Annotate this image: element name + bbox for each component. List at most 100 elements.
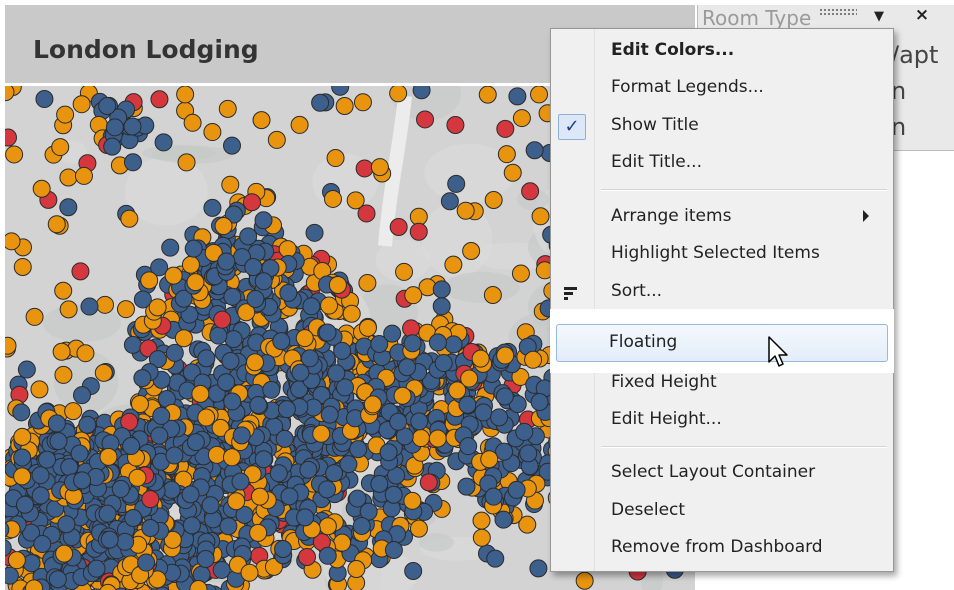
map-point[interactable]	[47, 414, 66, 433]
map-point[interactable]	[459, 437, 478, 456]
map-point[interactable]	[96, 295, 115, 314]
map-point[interactable]	[457, 477, 476, 496]
map-point[interactable]	[72, 95, 91, 114]
map-point[interactable]	[440, 192, 459, 211]
map-point[interactable]	[182, 516, 201, 535]
menu-item-show-title[interactable]: ✓ Show Title	[553, 109, 889, 143]
map-point[interactable]	[64, 402, 83, 421]
map-point[interactable]	[395, 262, 414, 281]
map-point[interactable]	[52, 342, 71, 361]
menu-item-deselect[interactable]: Deselect	[553, 494, 889, 528]
map-point[interactable]	[448, 381, 467, 400]
map-point[interactable]	[224, 330, 243, 349]
map-point[interactable]	[530, 86, 549, 104]
map-point[interactable]	[480, 450, 499, 469]
map-point[interactable]	[240, 563, 259, 582]
map-point[interactable]	[456, 201, 475, 220]
map-point[interactable]	[246, 353, 265, 372]
map-point[interactable]	[403, 491, 422, 510]
map-point[interactable]	[353, 93, 372, 112]
map-point[interactable]	[575, 571, 594, 590]
map-point[interactable]	[416, 110, 435, 129]
map-point[interactable]	[521, 182, 540, 201]
map-point[interactable]	[495, 387, 514, 406]
map-point[interactable]	[7, 551, 26, 570]
map-point[interactable]	[515, 422, 534, 441]
menu-item-edit-height[interactable]: Edit Height...	[553, 403, 889, 437]
map-point[interactable]	[409, 222, 428, 241]
map-point[interactable]	[222, 448, 241, 467]
map-point[interactable]	[358, 274, 377, 293]
map-point[interactable]	[471, 349, 490, 368]
menu-item-arrange-items[interactable]: Arrange items	[553, 200, 889, 234]
map-point[interactable]	[72, 386, 91, 405]
map-point[interactable]	[181, 485, 200, 504]
map-point[interactable]	[123, 335, 142, 354]
map-point[interactable]	[137, 553, 156, 572]
map-point[interactable]	[496, 346, 515, 365]
map-point[interactable]	[483, 286, 502, 305]
map-point[interactable]	[227, 492, 246, 511]
map-point[interactable]	[213, 310, 232, 329]
map-point[interactable]	[519, 444, 538, 463]
map-point[interactable]	[496, 119, 515, 138]
chevron-down-icon[interactable]: ▼	[869, 9, 889, 25]
menu-item-edit-title[interactable]: Edit Title...	[553, 146, 889, 180]
map-point[interactable]	[232, 426, 251, 445]
map-point[interactable]	[140, 271, 159, 290]
map-point[interactable]	[250, 487, 269, 506]
map-point[interactable]	[447, 174, 466, 193]
map-point[interactable]	[221, 175, 240, 194]
map-point[interactable]	[318, 546, 337, 565]
map-point[interactable]	[5, 86, 15, 102]
map-point[interactable]	[484, 190, 503, 209]
map-point[interactable]	[181, 255, 200, 274]
map-point[interactable]	[478, 86, 497, 104]
map-point[interactable]	[323, 189, 342, 208]
map-point[interactable]	[298, 548, 317, 567]
map-point[interactable]	[141, 490, 160, 509]
map-point[interactable]	[444, 255, 463, 274]
map-point[interactable]	[389, 412, 408, 431]
map-point[interactable]	[432, 280, 451, 299]
map-point[interactable]	[218, 99, 237, 118]
map-point[interactable]	[503, 163, 522, 182]
map-point[interactable]	[326, 149, 345, 168]
map-point[interactable]	[164, 266, 183, 285]
map-point[interactable]	[280, 487, 299, 506]
map-point[interactable]	[103, 137, 122, 156]
map-point[interactable]	[99, 447, 118, 466]
map-point[interactable]	[223, 392, 242, 411]
map-point[interactable]	[357, 204, 376, 223]
map-point[interactable]	[328, 275, 347, 294]
map-point[interactable]	[524, 350, 543, 369]
map-point[interactable]	[389, 218, 408, 237]
map-point[interactable]	[105, 118, 124, 137]
map-point[interactable]	[123, 117, 142, 136]
map-point[interactable]	[239, 227, 258, 246]
map-point[interactable]	[269, 464, 288, 483]
map-point[interactable]	[446, 116, 465, 135]
map-point[interactable]	[80, 297, 99, 316]
map-point[interactable]	[31, 466, 50, 485]
map-point[interactable]	[174, 329, 193, 348]
map-point[interactable]	[221, 352, 240, 371]
map-point[interactable]	[73, 471, 92, 490]
map-point[interactable]	[497, 145, 516, 164]
map-point[interactable]	[71, 262, 90, 281]
map-point[interactable]	[231, 472, 250, 491]
map-point[interactable]	[530, 393, 549, 412]
map-point[interactable]	[347, 560, 366, 579]
map-point[interactable]	[412, 86, 431, 100]
map-point[interactable]	[383, 324, 402, 343]
map-point[interactable]	[254, 211, 273, 230]
map-point[interactable]	[141, 518, 160, 537]
map-point[interactable]	[384, 485, 403, 504]
map-point[interactable]	[31, 486, 50, 505]
map-point[interactable]	[13, 448, 32, 467]
menu-item-floating[interactable]: Floating	[556, 324, 888, 362]
map-point[interactable]	[124, 509, 143, 528]
map-point[interactable]	[291, 363, 310, 382]
map-point[interactable]	[318, 323, 337, 342]
map-point[interactable]	[152, 406, 171, 425]
